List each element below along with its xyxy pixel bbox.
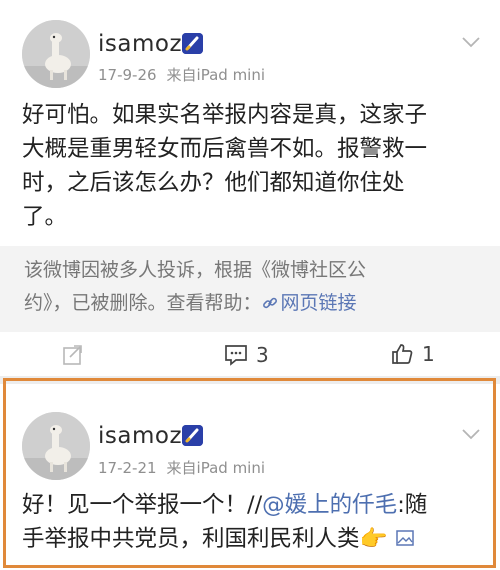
- username[interactable]: isamoz: [98, 423, 182, 449]
- post-text-segment: :随: [397, 492, 428, 518]
- post-text: 好！见一个举报一个！//@媛上的仟毛:随 手举报中共党员，利国利民利人类👉: [22, 488, 492, 556]
- avatar-alpaca-image: [22, 20, 90, 88]
- web-link[interactable]: 网页链接: [262, 292, 357, 314]
- comment-button[interactable]: 3: [224, 343, 269, 367]
- web-link-label: 网页链接: [280, 292, 357, 314]
- deleted-retweet-notice: 该微博因被多人投诉，根据《微博社区公 约》，已被删除。查看帮助： 网页链接: [0, 246, 500, 332]
- comment-count: 3: [256, 343, 269, 367]
- notice-line: 约》，已被删除。查看帮助： 网页链接: [24, 287, 476, 320]
- notice-line: 该微博因被多人投诉，根据《微博社区公: [24, 259, 367, 281]
- user-mention-link[interactable]: @媛上的仟毛: [262, 492, 397, 518]
- image-icon[interactable]: [395, 530, 414, 546]
- post-meta: 17-2-21 来自iPad mini: [98, 457, 265, 478]
- post-meta: 17-9-26 来自iPad mini: [98, 64, 265, 85]
- post-divider: [0, 376, 500, 384]
- post-text-segment: 手举报中共党员，利国利民利人类: [22, 526, 360, 552]
- thumbs-up-icon: [392, 344, 413, 364]
- link-icon: [262, 297, 277, 309]
- chevron-down-icon[interactable]: [461, 36, 481, 48]
- avatar[interactable]: [22, 20, 90, 88]
- vip-badge-icon: [182, 425, 203, 446]
- post-source: 来自iPad mini: [166, 66, 266, 84]
- action-bar: 3 1: [0, 334, 500, 378]
- post-date: 17-2-21: [98, 459, 157, 477]
- post-text-segment: 好！见一个举报一个！//: [22, 492, 263, 518]
- like-button[interactable]: 1: [390, 342, 435, 366]
- repost-button[interactable]: [62, 344, 84, 366]
- post-text-line: 大概是重男轻女而后禽兽不如。报警救一: [22, 136, 428, 162]
- vip-badge-icon: [182, 33, 203, 54]
- post-text: 好可怕。如果实名举报内容是真，这家子 大概是重男轻女而后禽兽不如。报警救一 时，…: [22, 98, 492, 234]
- post-text-line: 好可怕。如果实名举报内容是真，这家子: [22, 102, 428, 128]
- post-text-line: 时，之后该怎么办？他们都知道你住处: [22, 170, 405, 196]
- avatar[interactable]: [22, 412, 90, 480]
- weibo-post-1: isamoz 17-9-26 来自iPad mini 好可怕。如果实名举报内容是真…: [0, 0, 500, 378]
- post-text-line: 手举报中共党员，利国利民利人类👉: [22, 522, 492, 556]
- post-source: 来自iPad mini: [166, 459, 266, 477]
- username[interactable]: isamoz: [98, 31, 182, 57]
- avatar-alpaca-image: [22, 412, 90, 480]
- notice-text: 约》，已被删除。查看帮助：: [24, 292, 262, 314]
- chevron-down-icon[interactable]: [461, 428, 481, 440]
- repost-icon: [63, 345, 82, 365]
- post-date: 17-9-26: [98, 66, 157, 84]
- post-text-line: 好！见一个举报一个！//@媛上的仟毛:随: [22, 488, 492, 522]
- pointing-hand-emoji: 👉: [359, 526, 388, 552]
- like-count: 1: [422, 342, 435, 366]
- comment-icon: [225, 345, 247, 366]
- post-text-line: 了。: [22, 204, 68, 230]
- weibo-post-2: isamoz 17-2-21 来自iPad mini 好！见一个举报一个！//@媛…: [0, 384, 500, 570]
